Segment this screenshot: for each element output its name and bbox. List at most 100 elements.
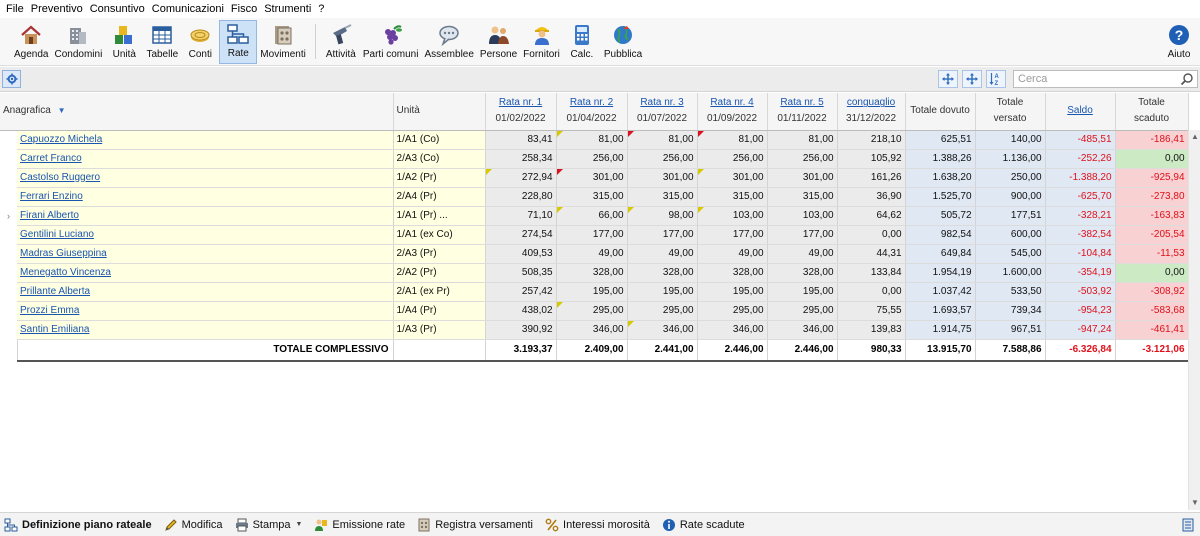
- person-link[interactable]: Madras Giuseppina: [20, 248, 107, 259]
- col-header-saldo[interactable]: Saldo: [1045, 93, 1116, 131]
- rata-title[interactable]: Rata nr. 5: [780, 97, 823, 108]
- table-row[interactable]: Prozzi Emma 1/A4 (Pr) 438,02 295,00 295,00 29…: [0, 301, 1189, 321]
- registra-versamenti-button[interactable]: Registra versamenti: [417, 518, 533, 532]
- person-link[interactable]: Capuozzo Michela: [20, 134, 102, 145]
- interessi-morosità-button[interactable]: Interessi morosità: [545, 518, 650, 532]
- cell-rata[interactable]: 295,00: [697, 301, 768, 321]
- cell-conguaglio[interactable]: 218,10: [837, 130, 906, 150]
- cell-conguaglio[interactable]: 139,83: [837, 320, 906, 340]
- modifica-button[interactable]: Modifica: [164, 518, 223, 532]
- toolbar-button-parti-comuni[interactable]: Parti comuni: [360, 20, 422, 64]
- cell-rata[interactable]: 81,00: [697, 130, 768, 150]
- cell-rata[interactable]: 508,35: [485, 263, 557, 283]
- cell-rata[interactable]: 346,00: [697, 320, 768, 340]
- toolbar-button-conti[interactable]: Conti: [181, 20, 219, 64]
- rata-title[interactable]: conguaglio: [847, 97, 895, 108]
- table-row[interactable]: Madras Giuseppina 2/A3 (Pr) 409,53 49,00 49,…: [0, 244, 1189, 264]
- toolbar-button-condomini[interactable]: Condomini: [51, 20, 105, 64]
- cell-rata[interactable]: 438,02: [485, 301, 557, 321]
- menu-item-file[interactable]: File: [3, 3, 28, 15]
- table-row[interactable]: Capuozzo Michela 1/A1 (Co) 83,41 81,00 81,00…: [0, 130, 1189, 150]
- stampa-button[interactable]: Stampa ▼: [235, 518, 302, 532]
- cell-rata[interactable]: 103,00: [697, 206, 768, 226]
- col-header-rata-1[interactable]: Rata nr. 1 01/02/2022: [485, 93, 557, 131]
- toolbar-button-pubblica[interactable]: Pubblica: [601, 20, 645, 64]
- col-header-unita[interactable]: Unità: [393, 93, 486, 131]
- toolbar-button-assemblee[interactable]: Assemblee: [421, 20, 476, 64]
- toolbar-button-attivit[interactable]: Attività: [322, 20, 360, 64]
- cell-conguaglio[interactable]: 64,62: [837, 206, 906, 226]
- cell-rata[interactable]: 71,10: [485, 206, 557, 226]
- table-row[interactable]: Santin Emiliana 1/A3 (Pr) 390,92 346,00 346,…: [0, 320, 1189, 340]
- toolbar-button-rate[interactable]: Rate: [219, 20, 258, 64]
- cell-rata[interactable]: 272,94: [485, 168, 557, 188]
- cell-conguaglio[interactable]: 36,90: [837, 187, 906, 207]
- toolbar-button-calc[interactable]: Calc.: [563, 20, 601, 64]
- menu-item-comunicazioni[interactable]: Comunicazioni: [149, 3, 228, 15]
- scroll-down-icon[interactable]: ▼: [1190, 498, 1200, 508]
- cell-rata[interactable]: 195,00: [767, 282, 838, 302]
- cell-conguaglio[interactable]: 161,26: [837, 168, 906, 188]
- chevron-down-icon[interactable]: ▼: [295, 521, 302, 528]
- cell-rata[interactable]: 328,00: [556, 263, 628, 283]
- rate-scadute-button[interactable]: Rate scadute: [662, 518, 745, 532]
- rata-title[interactable]: Rata nr. 3: [640, 97, 683, 108]
- col-header-totale-dovuto[interactable]: Totale dovuto: [905, 93, 976, 131]
- rata-title[interactable]: Rata nr. 1: [499, 97, 542, 108]
- table-row[interactable]: Menegatto Vincenza 2/A2 (Pr) 508,35 328,00 3…: [0, 263, 1189, 283]
- cell-rata[interactable]: 409,53: [485, 244, 557, 264]
- settings-button[interactable]: [2, 70, 21, 88]
- cell-rata[interactable]: 177,00: [627, 225, 698, 245]
- toolbar-button-persone[interactable]: Persone: [477, 20, 520, 64]
- cell-rata[interactable]: 177,00: [556, 225, 628, 245]
- cell-rata[interactable]: 195,00: [627, 282, 698, 302]
- cell-rata[interactable]: 83,41: [485, 130, 557, 150]
- search-input[interactable]: [1014, 71, 1174, 87]
- col-header-conguaglio[interactable]: conguaglio 31/12/2022: [837, 93, 906, 131]
- cell-rata[interactable]: 81,00: [767, 130, 838, 150]
- menu-item-preventivo[interactable]: Preventivo: [28, 3, 87, 15]
- cell-rata[interactable]: 328,00: [697, 263, 768, 283]
- table-row[interactable]: Carret Franco 2/A3 (Co) 258,34 256,00 256,00…: [0, 149, 1189, 169]
- cell-conguaglio[interactable]: 44,31: [837, 244, 906, 264]
- cell-conguaglio[interactable]: 105,92: [837, 149, 906, 169]
- menu-item-fisco[interactable]: Fisco: [228, 3, 261, 15]
- col-header-anagrafica[interactable]: Anagrafica ▼: [0, 93, 394, 131]
- table-row[interactable]: Castolso Ruggero 1/A2 (Pr) 272,94 301,00 301…: [0, 168, 1189, 188]
- rata-title[interactable]: Rata nr. 2: [570, 97, 613, 108]
- menu-item-consuntivo[interactable]: Consuntivo: [87, 3, 149, 15]
- cell-conguaglio[interactable]: 133,84: [837, 263, 906, 283]
- cell-rata[interactable]: 66,00: [556, 206, 628, 226]
- cell-rata[interactable]: 256,00: [627, 149, 698, 169]
- col-header-totale-versato[interactable]: Totale versato: [975, 93, 1046, 131]
- person-link[interactable]: Menegatto Vincenza: [20, 267, 111, 278]
- person-link[interactable]: Firani Alberto: [20, 210, 79, 221]
- cell-rata[interactable]: 301,00: [627, 168, 698, 188]
- toolbar-button-tabelle[interactable]: Tabelle: [143, 20, 181, 64]
- menu-item-help[interactable]: ?: [315, 3, 328, 15]
- person-link[interactable]: Gentilini Luciano: [20, 229, 94, 240]
- cell-conguaglio[interactable]: 0,00: [837, 225, 906, 245]
- col-header-totale-scaduto[interactable]: Totale scaduto: [1115, 93, 1189, 131]
- cell-rata[interactable]: 295,00: [627, 301, 698, 321]
- toolbar-button-agenda[interactable]: Agenda: [11, 20, 51, 64]
- cell-rata[interactable]: 81,00: [556, 130, 628, 150]
- col-header-rata-5[interactable]: Rata nr. 5 01/11/2022: [767, 93, 838, 131]
- scroll-up-icon[interactable]: ▲: [1190, 132, 1200, 142]
- cell-rata[interactable]: 256,00: [556, 149, 628, 169]
- cell-rata[interactable]: 301,00: [767, 168, 838, 188]
- cell-rata[interactable]: 328,00: [627, 263, 698, 283]
- rata-title[interactable]: Rata nr. 4: [710, 97, 753, 108]
- table-row[interactable]: Ferrari Enzino 2/A4 (Pr) 228,80 315,00 315,0…: [0, 187, 1189, 207]
- toolbar-button-movimenti[interactable]: Movimenti: [257, 20, 309, 64]
- person-link[interactable]: Santin Emiliana: [20, 324, 89, 335]
- cell-rata[interactable]: 274,54: [485, 225, 557, 245]
- cell-rata[interactable]: 315,00: [627, 187, 698, 207]
- collapse-button[interactable]: [962, 70, 982, 88]
- help-button[interactable]: ? Aiuto: [1160, 20, 1198, 64]
- cell-rata[interactable]: 98,00: [627, 206, 698, 226]
- table-row[interactable]: Prillante Alberta 2/A1 (ex Pr) 257,42 195,0…: [0, 282, 1189, 302]
- cell-conguaglio[interactable]: 75,55: [837, 301, 906, 321]
- col-header-label[interactable]: Saldo: [1067, 105, 1093, 116]
- sort-az-button[interactable]: AZ: [986, 70, 1006, 88]
